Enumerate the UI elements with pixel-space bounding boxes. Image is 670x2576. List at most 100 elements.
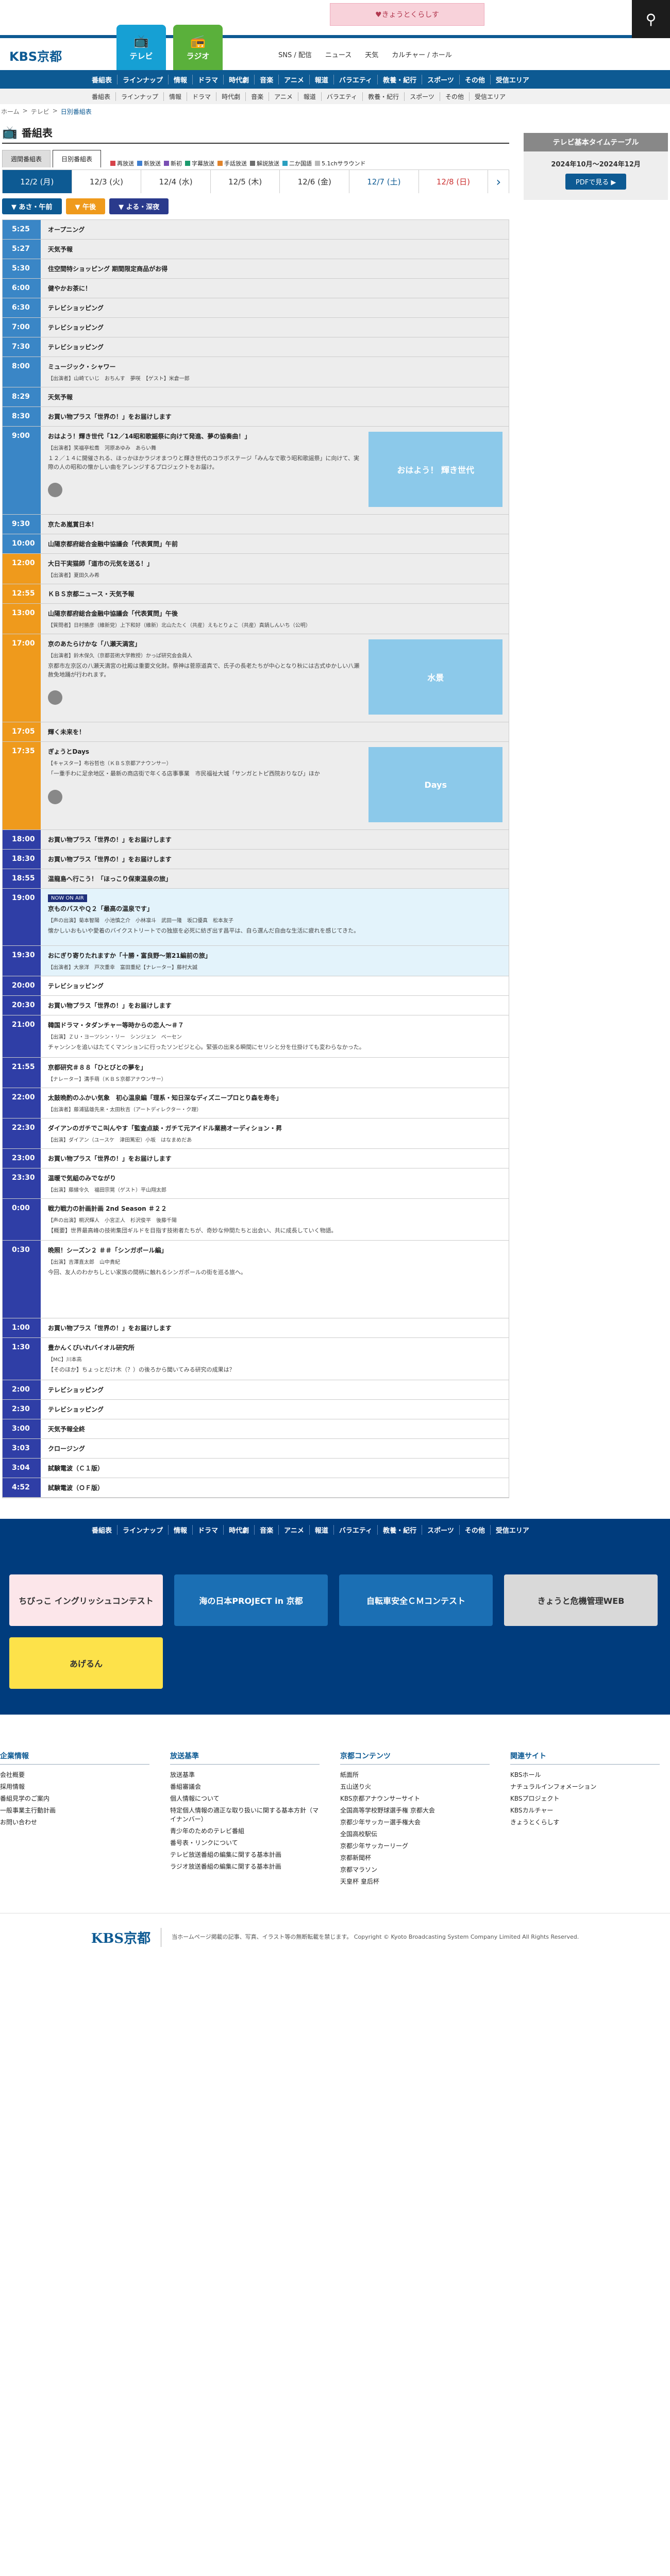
next-week-arrow[interactable]: › (488, 170, 509, 193)
footer-nav-item[interactable]: 時代劇 (224, 1525, 255, 1535)
footer-link[interactable]: 青少年のためのテレビ番組 (170, 1825, 320, 1837)
footer-nav-item[interactable]: 情報 (169, 1525, 193, 1535)
program-title[interactable]: テレビショッピング (48, 1406, 104, 1413)
footer-link[interactable]: 会社概要 (0, 1769, 149, 1781)
program-title[interactable]: 天気予報全終 (48, 1426, 85, 1433)
schedule-row[interactable]: 22:30 ダイアンのガチでこ叫んやす「監査点談・ガチて元アイドル業務オーディショ… (3, 1118, 509, 1149)
schedule-row[interactable]: 6:30 テレビショッピング (3, 298, 509, 318)
footer-link[interactable]: 全国高校駅伝 (340, 1828, 490, 1840)
program-title[interactable]: 天気予報 (48, 394, 73, 401)
date-tab[interactable]: 12/7 (土) (349, 170, 419, 193)
footer-link[interactable]: KBSプロジェクト (510, 1792, 660, 1804)
program-title[interactable]: 京都研究＃８８「ひとびとの夢を」 (48, 1064, 147, 1071)
program-title[interactable]: クロージング (48, 1445, 85, 1452)
schedule-row[interactable]: 6:00 健やかお茶に！ (3, 279, 509, 298)
footer-link[interactable]: 採用情報 (0, 1781, 149, 1792)
period-morning-button[interactable]: ▼ あさ・午前 (2, 198, 62, 214)
schedule-row[interactable]: 12:00 大日干実猫師「道市の元気を送る！」 【出演者】夏田久み希 (3, 554, 509, 584)
share-icon[interactable] (48, 789, 62, 804)
program-title[interactable]: お買い物プラス「世界の！」をお届けします (48, 1155, 172, 1162)
banner-link[interactable]: 海の日本PROJECT in 京都 (174, 1574, 328, 1626)
main-nav-item[interactable]: 情報 (169, 74, 193, 84)
sub-nav-item[interactable]: 時代劇 (216, 92, 246, 101)
footer-link[interactable]: 番組見学のご案内 (0, 1792, 149, 1804)
footer-link[interactable]: 天皇杯 皇后杯 (340, 1875, 490, 1887)
main-nav-item[interactable]: ドラマ (193, 74, 224, 84)
program-title[interactable]: お買い物プラス「世界の！」をお届けします (48, 413, 172, 420)
date-tab[interactable]: 12/8 (日) (419, 170, 489, 193)
main-nav-item[interactable]: その他 (460, 74, 491, 84)
footer-link[interactable]: KBSカルチャー (510, 1804, 660, 1816)
footer-link[interactable]: ナチュラルインフォメーション (510, 1781, 660, 1792)
breadcrumb-home[interactable]: ホーム (1, 107, 20, 120)
footer-link[interactable]: 放送基準 (170, 1769, 320, 1781)
sub-nav-item[interactable]: 報道 (298, 92, 322, 101)
footer-link[interactable]: 特定個人情報の適正な取り扱いに関する基本方針（マイナンバー） (170, 1804, 320, 1825)
schedule-row[interactable]: 13:00 山陽京都府総合金融中協議会「代表質問」午後 【質問者】日村勝彦（維新党）… (3, 604, 509, 634)
footer-link[interactable]: ラジオ放送番組の編集に関する基本計画 (170, 1860, 320, 1872)
footer-link[interactable]: お問い合わせ (0, 1816, 149, 1828)
search-button[interactable]: ⚲ (632, 0, 670, 38)
header-link-culture[interactable]: カルチャー / ホール (392, 49, 452, 59)
tab-radio[interactable]: 📻 ラジオ (173, 25, 223, 70)
program-title[interactable]: 健やかお茶に！ (48, 285, 91, 292)
program-title[interactable]: 山陽京都府総合金融中協議会「代表質問」午後 (48, 610, 178, 617)
footer-link[interactable]: 五山送り火 (340, 1781, 490, 1792)
footer-link[interactable]: 京都マラソン (340, 1863, 490, 1875)
schedule-row[interactable]: 7:30 テレビショッピング (3, 337, 509, 357)
date-tab[interactable]: 12/2 (月) (3, 170, 72, 193)
schedule-row[interactable]: 18:00 お買い物プラス「世界の！」をお届けします (3, 830, 509, 850)
footer-logo[interactable]: KBS京都 (91, 1927, 162, 1947)
schedule-row[interactable]: 12:55 ＫＢＳ京都ニュース・天気予報 (3, 584, 509, 604)
schedule-row[interactable]: 7:00 テレビショッピング (3, 318, 509, 337)
main-nav-item[interactable]: ラインナップ (118, 74, 169, 84)
footer-nav-item[interactable]: 音楽 (255, 1525, 279, 1535)
program-title[interactable]: 住空間特ショッピング 期間限定商品がお得 (48, 265, 167, 273)
pdf-button[interactable]: PDFで見る ▶ (565, 174, 627, 190)
schedule-row[interactable]: 17:05 輝く未来を！ (3, 722, 509, 742)
schedule-row[interactable]: 2:30 テレビショッピング (3, 1399, 509, 1419)
program-thumbnail[interactable]: 水景 (368, 639, 503, 715)
breadcrumb-tv[interactable]: テレビ (31, 107, 49, 120)
sub-nav-item[interactable]: バラエティ (322, 92, 363, 101)
program-title[interactable]: おはよう！輝き世代「12／14昭和歌謡祭に向けて発進、夢の協奏曲！」 (48, 433, 250, 440)
program-title[interactable]: おにぎり寄りたれますか「十勝・富良野〜第21編前の旅」 (48, 952, 211, 959)
program-title[interactable]: 豊かんくびいれバイオル研究所 (48, 1344, 135, 1351)
sub-nav-item[interactable]: 情報 (164, 92, 188, 101)
schedule-row[interactable]: 17:35 ぎょうとDays 【キャスター】布谷哲也（ＫＢＳ京都アナウンサー） 「一重… (3, 742, 509, 830)
footer-link[interactable]: 全国高等学校野球選手権 京都大会 (340, 1804, 490, 1816)
schedule-row[interactable]: 0:30 晩照！シーズン２ ＃＃「シンガポール編」 【出演】吉澤直太郎 山中貴紀 今回… (3, 1241, 509, 1318)
program-title[interactable]: 太鼓晩酌のふかい気象 初心温泉編「理系・知日深なディズニープロとり森を寿冬」 (48, 1094, 282, 1101)
schedule-row[interactable]: 23:30 温暖で気組のみでながり 【出演】藤縁令久 福田宗晃（ゲスト）平山翔太郎 (3, 1168, 509, 1199)
sub-nav-item[interactable]: 受信エリア (470, 92, 511, 101)
schedule-row[interactable]: 5:25 オープニング (3, 220, 509, 240)
sub-nav-item[interactable]: 音楽 (246, 92, 270, 101)
footer-nav-item[interactable]: スポーツ (422, 1525, 460, 1535)
sub-nav-item[interactable]: 教養・紀行 (363, 92, 405, 101)
program-title[interactable]: 京たあ嵐賞日本！ (48, 521, 97, 528)
footer-nav-item[interactable]: 教養・紀行 (378, 1525, 423, 1535)
schedule-row[interactable]: 17:00 京のあたらけかな「八瀬天満宮」 【出演者】鈴木保久（京都芸術大学教授）か… (3, 634, 509, 722)
share-icon[interactable] (48, 483, 62, 497)
share-icon[interactable] (48, 690, 62, 705)
program-title[interactable]: 温龍島へ行こう！「ほっこり保東温泉の旅」 (48, 875, 172, 883)
program-title[interactable]: ミュージック・シャワー (48, 363, 116, 370)
schedule-row[interactable]: 20:30 お買い物プラス「世界の！」をお届けします (3, 996, 509, 1015)
date-tab[interactable]: 12/3 (火) (72, 170, 142, 193)
footer-link[interactable]: KBS京都アナウンサーサイト (340, 1792, 490, 1804)
schedule-row[interactable]: 18:55 温龍島へ行こう！「ほっこり保東温泉の旅」 (3, 869, 509, 889)
program-thumbnail[interactable]: Days (368, 747, 503, 822)
schedule-row[interactable]: 9:00 おはよう！輝き世代「12／14昭和歌謡祭に向けて発進、夢の協奏曲！」 【出… (3, 427, 509, 515)
footer-link[interactable]: 番号表・リンクについて (170, 1837, 320, 1849)
date-tab[interactable]: 12/4 (水) (141, 170, 211, 193)
header-link-weather[interactable]: 天気 (365, 49, 378, 59)
header-link-sns[interactable]: SNS / 配信 (278, 49, 312, 59)
banner-link[interactable]: ちびっこ イングリッシュコンテスト (9, 1574, 163, 1626)
schedule-row[interactable]: 9:30 京たあ嵐賞日本！ (3, 515, 509, 534)
program-title[interactable]: ダイアンのガチでこ叫んやす「監査点談・ガチて元アイドル業務オーディション・昇 (48, 1125, 282, 1132)
main-nav-item[interactable]: 音楽 (255, 74, 279, 84)
footer-nav-item[interactable]: バラエティ (334, 1525, 378, 1535)
footer-nav-item[interactable]: その他 (460, 1525, 491, 1535)
program-title[interactable]: 韓国ドラマ・タダンチャー等時からの恋人〜＃７ (48, 1022, 184, 1029)
program-title[interactable]: ぎょうとDays (48, 748, 89, 755)
